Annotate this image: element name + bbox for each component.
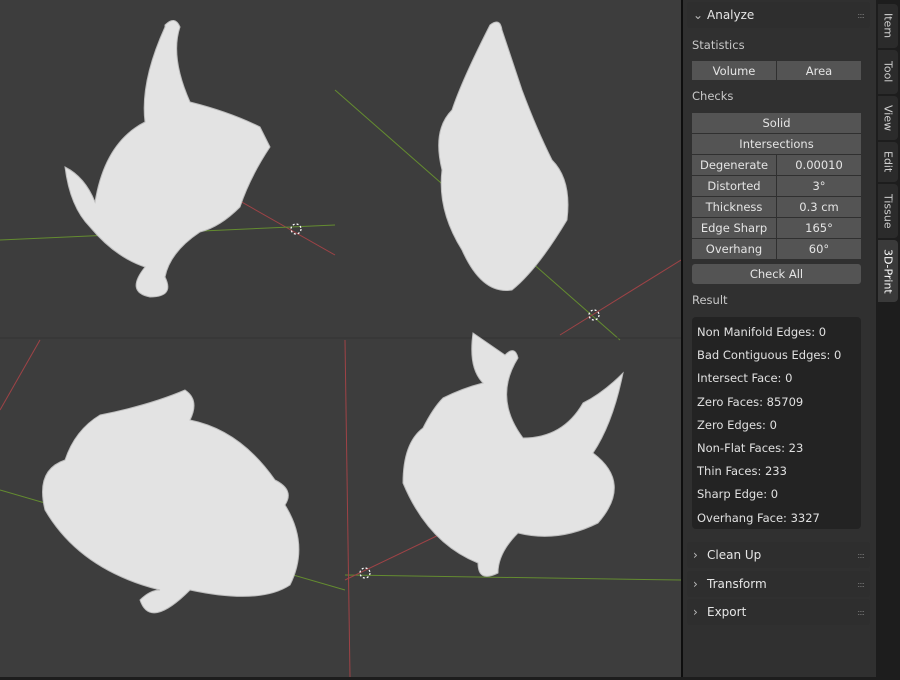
checks-label: Checks	[692, 89, 734, 103]
result-item: Sharp Edge: 0	[697, 487, 779, 502]
result-item: Non Manifold Edges: 0	[697, 325, 827, 339]
statistics-label: Statistics	[692, 38, 745, 52]
result-item: Intersect Face: 0	[697, 371, 793, 386]
chevron-right-icon: ›	[693, 605, 698, 619]
viewport-canvas[interactable]	[0, 0, 682, 678]
intersections-button[interactable]: Intersections	[692, 134, 861, 154]
result-item: Thin Faces: 233	[697, 464, 787, 479]
check-all-button[interactable]: Check All	[692, 264, 861, 284]
tab-item[interactable]: Item	[878, 4, 898, 48]
result-item: Non-Flat Faces: 23	[697, 440, 804, 455]
result-item: Zero Edges: 0	[697, 417, 777, 432]
tab-3d-print[interactable]: 3D-Print	[878, 240, 898, 302]
pendant-model	[402, 332, 624, 577]
tab-tool[interactable]: Tool	[878, 50, 898, 94]
3d-viewport[interactable]	[0, 0, 682, 678]
drag-handle-icon[interactable]: ::::	[857, 551, 865, 560]
x-axis-line	[0, 339, 41, 411]
edge-sharp-value-field[interactable]: 165°	[777, 218, 861, 238]
result-item: Overhang Face: 3327	[697, 510, 820, 525]
y-axis-line	[344, 574, 682, 581]
export-panel-header[interactable]: › Export ::::	[687, 599, 870, 625]
pendant-model	[42, 389, 300, 614]
drag-handle-icon[interactable]: ::::	[857, 11, 865, 20]
panel-title: Transform	[707, 577, 767, 591]
overhang-value-field[interactable]: 60°	[777, 239, 861, 259]
3d-cursor-icon	[359, 567, 371, 579]
drag-handle-icon[interactable]: ::::	[857, 580, 865, 589]
sidebar-tabs: Item Tool View Edit Tissue 3D-Print	[876, 0, 900, 677]
x-axis-line	[344, 339, 351, 678]
thickness-button[interactable]: Thickness	[692, 197, 776, 217]
distorted-button[interactable]: Distorted	[692, 176, 776, 196]
degenerate-button[interactable]: Degenerate	[692, 155, 776, 175]
tab-edit[interactable]: Edit	[878, 142, 898, 182]
panel-title: Clean Up	[707, 548, 762, 562]
overhang-button[interactable]: Overhang	[692, 239, 776, 259]
chevron-down-icon: ⌄	[693, 8, 704, 22]
thickness-value-field[interactable]: 0.3 cm	[777, 197, 861, 217]
transform-panel-header[interactable]: › Transform ::::	[687, 571, 870, 597]
result-label: Result	[692, 293, 728, 307]
degenerate-value-field[interactable]: 0.00010	[777, 155, 861, 175]
analyze-panel-header[interactable]: ⌄ Analyze ::::	[687, 2, 870, 28]
pendant-model	[64, 20, 271, 298]
tab-tissue[interactable]: Tissue	[878, 184, 898, 238]
result-item: Bad Contiguous Edges: 0	[697, 348, 842, 363]
chevron-right-icon: ›	[693, 577, 698, 591]
panel-title: Export	[707, 605, 747, 619]
pendant-model	[438, 21, 569, 291]
distorted-value-field[interactable]: 3°	[777, 176, 861, 196]
clean-up-panel-header[interactable]: › Clean Up ::::	[687, 542, 870, 568]
result-item: Zero Faces: 85709	[697, 394, 804, 409]
solid-button[interactable]: Solid	[692, 113, 861, 133]
drag-handle-icon[interactable]: ::::	[857, 608, 865, 617]
panel-title: Analyze	[707, 8, 755, 22]
chevron-right-icon: ›	[693, 548, 698, 562]
sidebar-panel: ⌄ Analyze :::: Statistics Volume Area Ch…	[683, 0, 876, 677]
edge-sharp-button[interactable]: Edge Sharp	[692, 218, 776, 238]
tab-view[interactable]: View	[878, 96, 898, 140]
x-axis-line	[559, 259, 682, 336]
area-button[interactable]: Area	[777, 61, 861, 80]
volume-button[interactable]: Volume	[692, 61, 776, 80]
result-list: Non Manifold Edges: 0 Bad Contiguous Edg…	[692, 317, 861, 529]
